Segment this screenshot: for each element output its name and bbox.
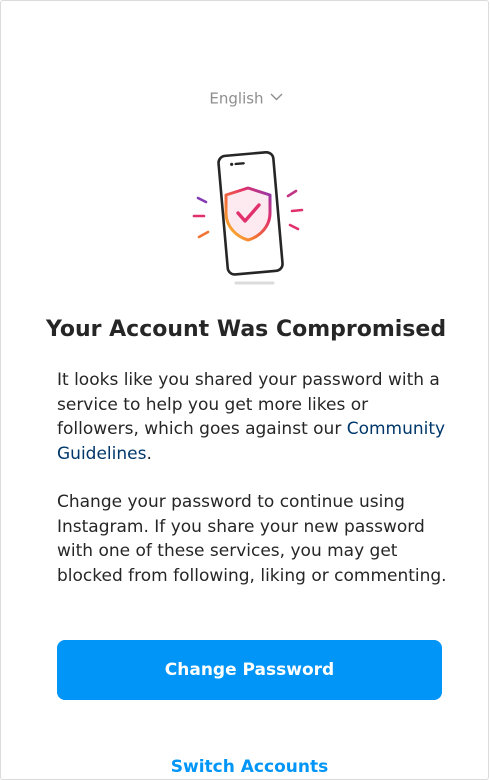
page-title: Your Account Was Compromised	[45, 317, 447, 342]
chevron-down-icon[interactable]	[270, 93, 283, 101]
change-password-instructions: Change your password to continue using I…	[57, 492, 447, 587]
change-password-button[interactable]: Change Password	[57, 640, 442, 700]
switch-accounts-button[interactable]: Switch Accounts	[57, 754, 442, 780]
compromise-explanation: It looks like you shared your password w…	[57, 368, 447, 467]
phone-shield-check-icon	[192, 150, 304, 285]
language-selector[interactable]: English	[1, 87, 490, 110]
language-label[interactable]: English	[209, 90, 263, 108]
page-card: English Your Account Was Compromised It …	[0, 0, 489, 780]
explanation-end: .	[146, 444, 152, 465]
